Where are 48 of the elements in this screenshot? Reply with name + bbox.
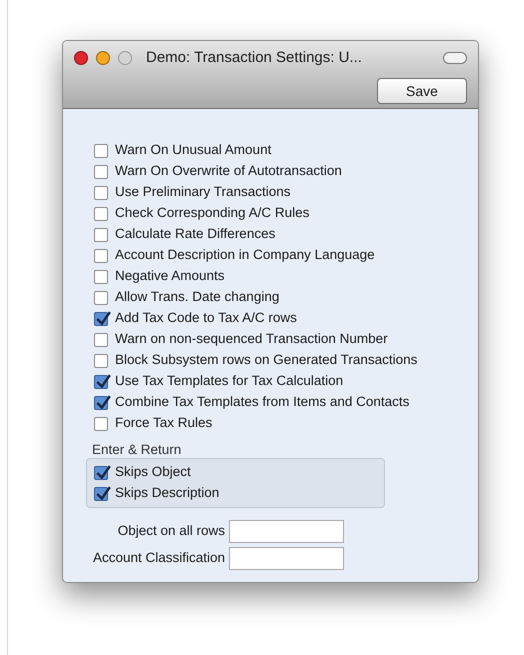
toolbar-toggle-button[interactable] xyxy=(443,52,467,64)
option-label: Skips Object xyxy=(115,463,191,482)
checkbox[interactable] xyxy=(94,248,108,262)
option-label: Negative Amounts xyxy=(115,267,225,286)
checkbox[interactable] xyxy=(94,374,108,388)
option-label: Warn on non-sequenced Transaction Number xyxy=(115,330,388,348)
option-label: Warn On Unusual Amount xyxy=(115,141,272,160)
option-label: Allow Trans. Date changing xyxy=(115,288,280,306)
option-label: Skips Description xyxy=(115,484,220,502)
checkmark-icon xyxy=(95,310,111,326)
checkmark-icon xyxy=(95,374,111,390)
checkbox[interactable] xyxy=(94,396,108,410)
option-label: Use Tax Templates for Tax Calculation xyxy=(115,372,344,390)
checkbox[interactable] xyxy=(94,164,108,178)
input-field[interactable] xyxy=(229,520,344,543)
zoom-button[interactable] xyxy=(118,51,132,65)
option-label: Check Corresponding A/C Rules xyxy=(115,204,310,222)
option-label: Combine Tax Templates from Items and Contacts xyxy=(115,393,410,412)
close-button[interactable] xyxy=(74,51,88,65)
group-title: Enter & Return xyxy=(92,441,182,458)
checkbox[interactable] xyxy=(94,186,108,200)
checkbox[interactable] xyxy=(94,332,108,346)
save-button[interactable]: Save xyxy=(377,78,467,104)
option-label: Add Tax Code to Tax A/C rows xyxy=(115,309,297,328)
minimize-button[interactable] xyxy=(96,51,110,65)
checkbox[interactable] xyxy=(94,270,108,284)
input-field[interactable] xyxy=(229,547,344,570)
checkbox[interactable] xyxy=(94,354,108,368)
option-label: Warn On Overwrite of Autotransaction xyxy=(115,162,342,180)
checkbox[interactable] xyxy=(94,466,108,480)
checkbox[interactable] xyxy=(94,312,108,326)
option-label: Use Preliminary Transactions xyxy=(115,183,291,202)
field-label: Object on all rows xyxy=(116,522,225,540)
checkbox[interactable] xyxy=(94,486,108,500)
checkbox[interactable] xyxy=(94,416,108,430)
option-label: Block Subsystem rows on Generated Transactions xyxy=(115,351,418,370)
option-label: Account Description in Company Language xyxy=(115,246,375,264)
checkmark-icon xyxy=(95,394,111,410)
checkbox[interactable] xyxy=(94,228,108,242)
field-label: Account Classification xyxy=(92,549,225,568)
checkbox[interactable] xyxy=(94,206,108,220)
checkbox[interactable] xyxy=(94,144,108,158)
checkmark-icon xyxy=(95,486,111,502)
checkmark-icon xyxy=(95,464,111,480)
option-label: Calculate Rate Differences xyxy=(115,225,276,244)
window-title: Demo: Transaction Settings: U... xyxy=(146,48,362,68)
option-label: Force Tax Rules xyxy=(115,414,212,432)
checkbox[interactable] xyxy=(94,290,108,304)
